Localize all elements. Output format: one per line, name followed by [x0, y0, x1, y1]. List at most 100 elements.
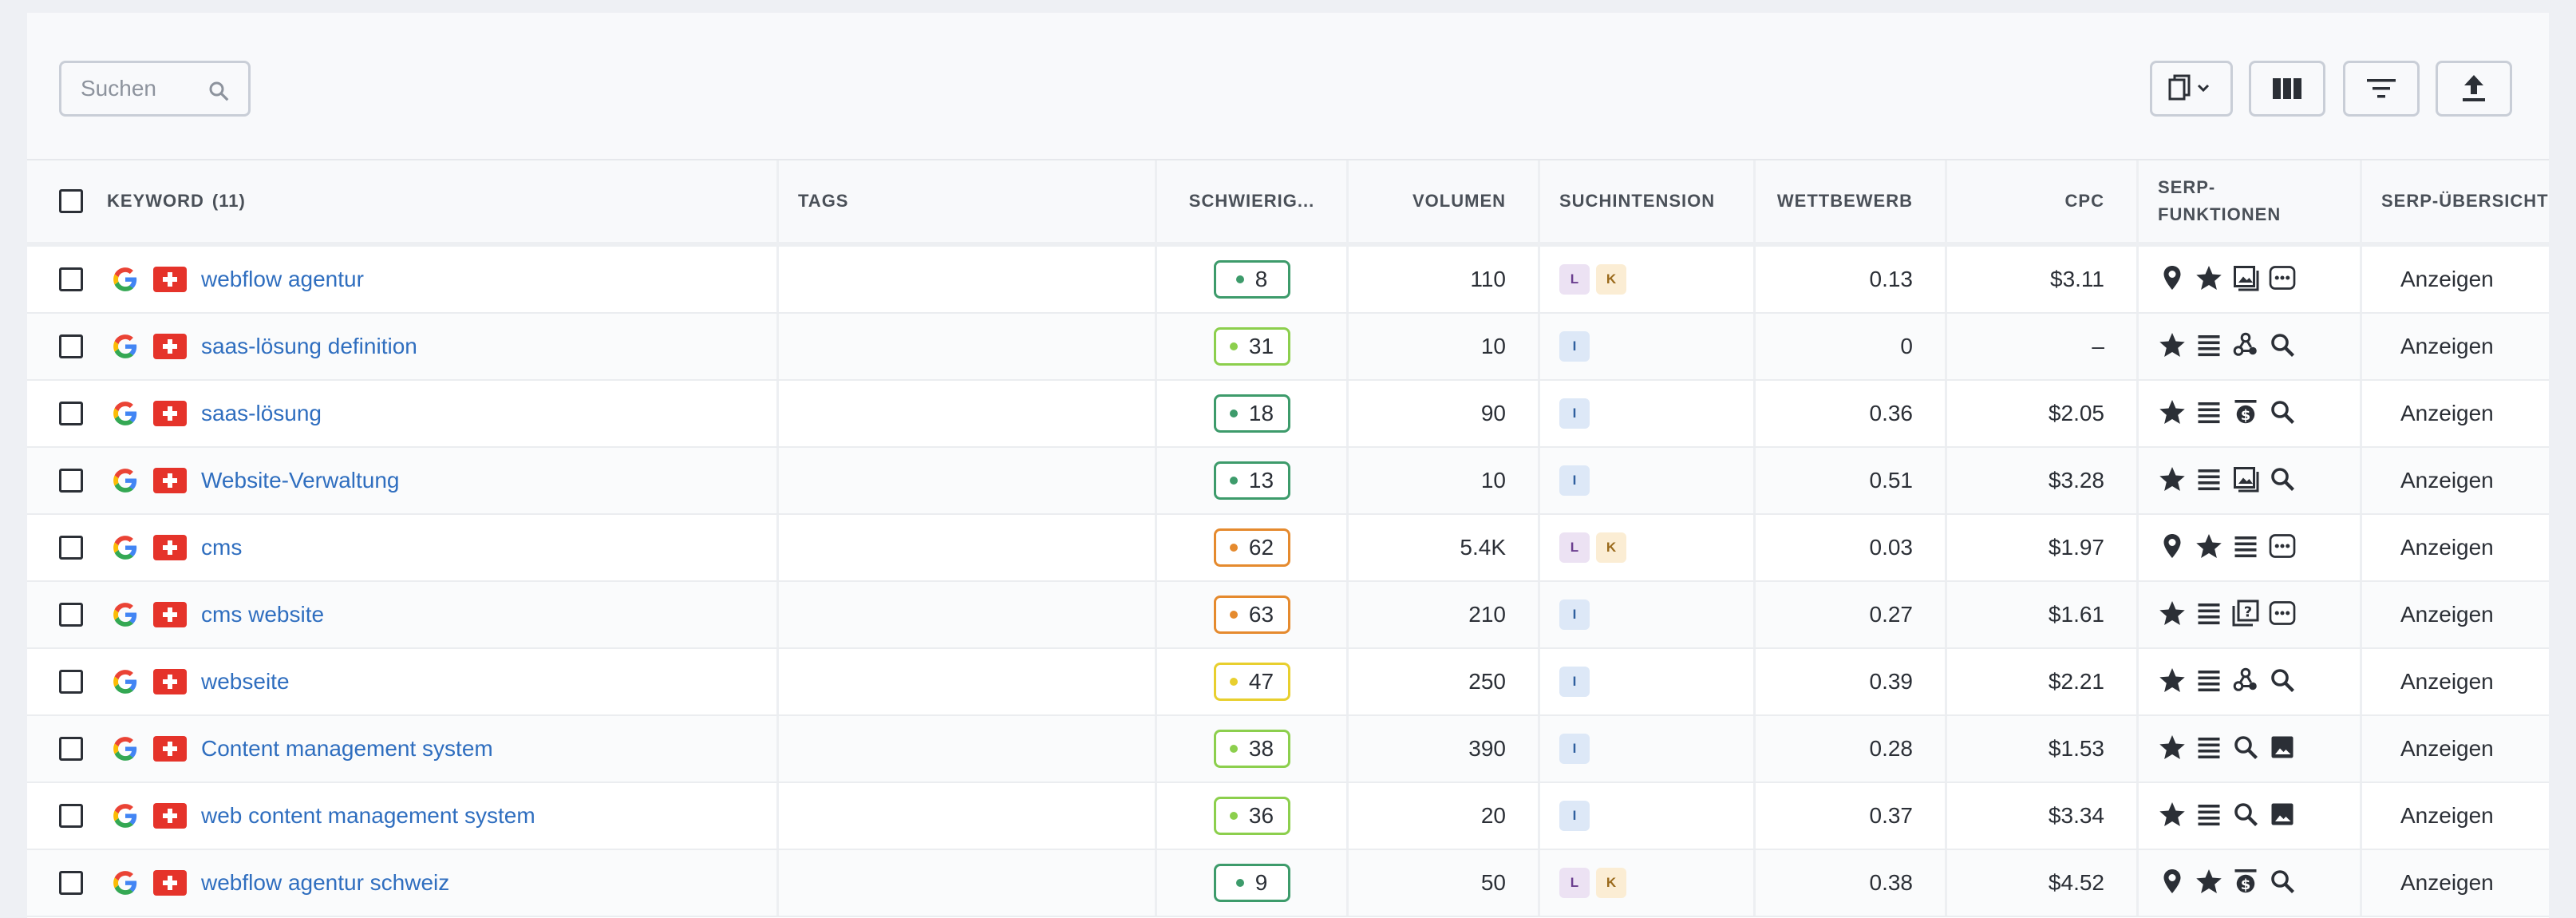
row-checkbox[interactable]	[59, 334, 83, 358]
header-intent[interactable]: Suchintension	[1540, 160, 1756, 242]
select-all-checkbox[interactable]	[59, 189, 83, 213]
list-icon[interactable]	[2195, 800, 2223, 833]
copy-button[interactable]	[2150, 61, 2233, 117]
keyword-link[interactable]: Content management system	[201, 736, 493, 762]
keyword-link[interactable]: Website-Verwaltung	[201, 468, 400, 493]
star-icon[interactable]	[2158, 330, 2187, 363]
pin-icon[interactable]	[2158, 867, 2187, 900]
show-serp-link[interactable]: Anzeigen	[2400, 334, 2494, 359]
header-serp-features[interactable]: SERP- Funktionen	[2139, 160, 2362, 242]
keyword-link[interactable]: saas-lösung definition	[201, 334, 417, 359]
list-icon[interactable]	[2231, 532, 2260, 564]
row-checkbox[interactable]	[59, 267, 83, 291]
list-icon[interactable]	[2195, 666, 2223, 698]
row-checkbox[interactable]	[59, 603, 83, 627]
columns-button[interactable]	[2249, 61, 2325, 117]
filter-button[interactable]	[2343, 61, 2420, 117]
image-box-icon[interactable]	[2231, 263, 2260, 296]
star-icon[interactable]	[2158, 666, 2187, 698]
row-checkbox[interactable]	[59, 469, 83, 493]
header-competition[interactable]: Wettbewerb	[1756, 160, 1947, 242]
export-button[interactable]	[2436, 61, 2512, 117]
tags-cell[interactable]	[779, 783, 1157, 849]
star-icon[interactable]	[2195, 263, 2223, 296]
star-icon[interactable]	[2158, 398, 2187, 430]
tags-cell[interactable]	[779, 515, 1157, 580]
search-icon[interactable]	[2268, 465, 2297, 497]
show-serp-link[interactable]: Anzeigen	[2400, 535, 2494, 560]
show-serp-link[interactable]: Anzeigen	[2400, 267, 2494, 292]
serp-overview-cell: Anzeigen	[2362, 649, 2549, 714]
row-checkbox[interactable]	[59, 536, 83, 560]
star-icon[interactable]	[2195, 867, 2223, 900]
header-volume[interactable]: Volumen	[1349, 160, 1540, 242]
tags-cell[interactable]	[779, 716, 1157, 781]
header-keyword[interactable]: Keyword (11)	[27, 160, 779, 242]
question-icon[interactable]: ?	[2231, 599, 2260, 631]
tags-cell[interactable]	[779, 381, 1157, 446]
show-serp-link[interactable]: Anzeigen	[2400, 401, 2494, 426]
show-serp-link[interactable]: Anzeigen	[2400, 736, 2494, 762]
dollar-ad-icon[interactable]: $	[2231, 398, 2260, 430]
search-icon[interactable]	[2268, 398, 2297, 430]
list-icon[interactable]	[2195, 330, 2223, 363]
tags-cell[interactable]	[779, 582, 1157, 647]
header-cpc[interactable]: CPC	[1947, 160, 2139, 242]
show-serp-link[interactable]: Anzeigen	[2400, 870, 2494, 896]
image-box-icon[interactable]	[2231, 465, 2260, 497]
search-icon[interactable]	[2231, 733, 2260, 766]
show-serp-link[interactable]: Anzeigen	[2400, 803, 2494, 829]
list-icon[interactable]	[2195, 465, 2223, 497]
nodes-icon[interactable]	[2231, 666, 2260, 698]
row-checkbox[interactable]	[59, 737, 83, 761]
search-icon[interactable]	[2231, 800, 2260, 833]
star-icon[interactable]	[2158, 733, 2187, 766]
row-checkbox[interactable]	[59, 871, 83, 895]
star-icon[interactable]	[2195, 532, 2223, 564]
dollar-ad-icon[interactable]: $	[2231, 867, 2260, 900]
header-difficulty[interactable]: Schwierig...	[1157, 160, 1349, 242]
star-icon[interactable]	[2158, 465, 2187, 497]
keyword-link[interactable]: web content management system	[201, 803, 535, 829]
list-icon[interactable]	[2195, 599, 2223, 631]
more-icon[interactable]	[2268, 532, 2297, 564]
keyword-link[interactable]: webseite	[201, 669, 290, 694]
volume-cell: 210	[1349, 582, 1540, 647]
serp-features-cell	[2139, 515, 2362, 580]
row-checkbox[interactable]	[59, 670, 83, 694]
show-serp-link[interactable]: Anzeigen	[2400, 468, 2494, 493]
search-icon[interactable]	[2268, 867, 2297, 900]
nodes-icon[interactable]	[2231, 330, 2260, 363]
show-serp-link[interactable]: Anzeigen	[2400, 669, 2494, 694]
pin-icon[interactable]	[2158, 263, 2187, 296]
keyword-link[interactable]: saas-lösung	[201, 401, 322, 426]
more-icon[interactable]	[2268, 263, 2297, 296]
volume-value: 390	[1468, 736, 1506, 761]
keyword-link[interactable]: cms website	[201, 602, 324, 627]
image-icon[interactable]	[2268, 733, 2297, 766]
volume-cell: 50	[1349, 850, 1540, 916]
row-checkbox[interactable]	[59, 402, 83, 425]
pin-icon[interactable]	[2158, 532, 2187, 564]
tags-cell[interactable]	[779, 448, 1157, 513]
header-tags[interactable]: Tags	[779, 160, 1157, 242]
star-icon[interactable]	[2158, 599, 2187, 631]
keyword-link[interactable]: webflow agentur	[201, 267, 364, 292]
search-icon[interactable]	[2268, 666, 2297, 698]
tags-cell[interactable]	[779, 247, 1157, 312]
more-icon[interactable]	[2268, 599, 2297, 631]
tags-cell[interactable]	[779, 850, 1157, 916]
header-serp-overview[interactable]: SERP-Übersicht	[2362, 160, 2549, 242]
list-icon[interactable]	[2195, 733, 2223, 766]
star-icon[interactable]	[2158, 800, 2187, 833]
list-icon[interactable]	[2195, 398, 2223, 430]
search-input[interactable]: Suchen	[59, 61, 251, 117]
keyword-link[interactable]: cms	[201, 535, 242, 560]
keyword-link[interactable]: webflow agentur schweiz	[201, 870, 449, 896]
row-checkbox[interactable]	[59, 804, 83, 828]
show-serp-link[interactable]: Anzeigen	[2400, 602, 2494, 627]
image-icon[interactable]	[2268, 800, 2297, 833]
tags-cell[interactable]	[779, 649, 1157, 714]
search-icon[interactable]	[2268, 330, 2297, 363]
tags-cell[interactable]	[779, 314, 1157, 379]
